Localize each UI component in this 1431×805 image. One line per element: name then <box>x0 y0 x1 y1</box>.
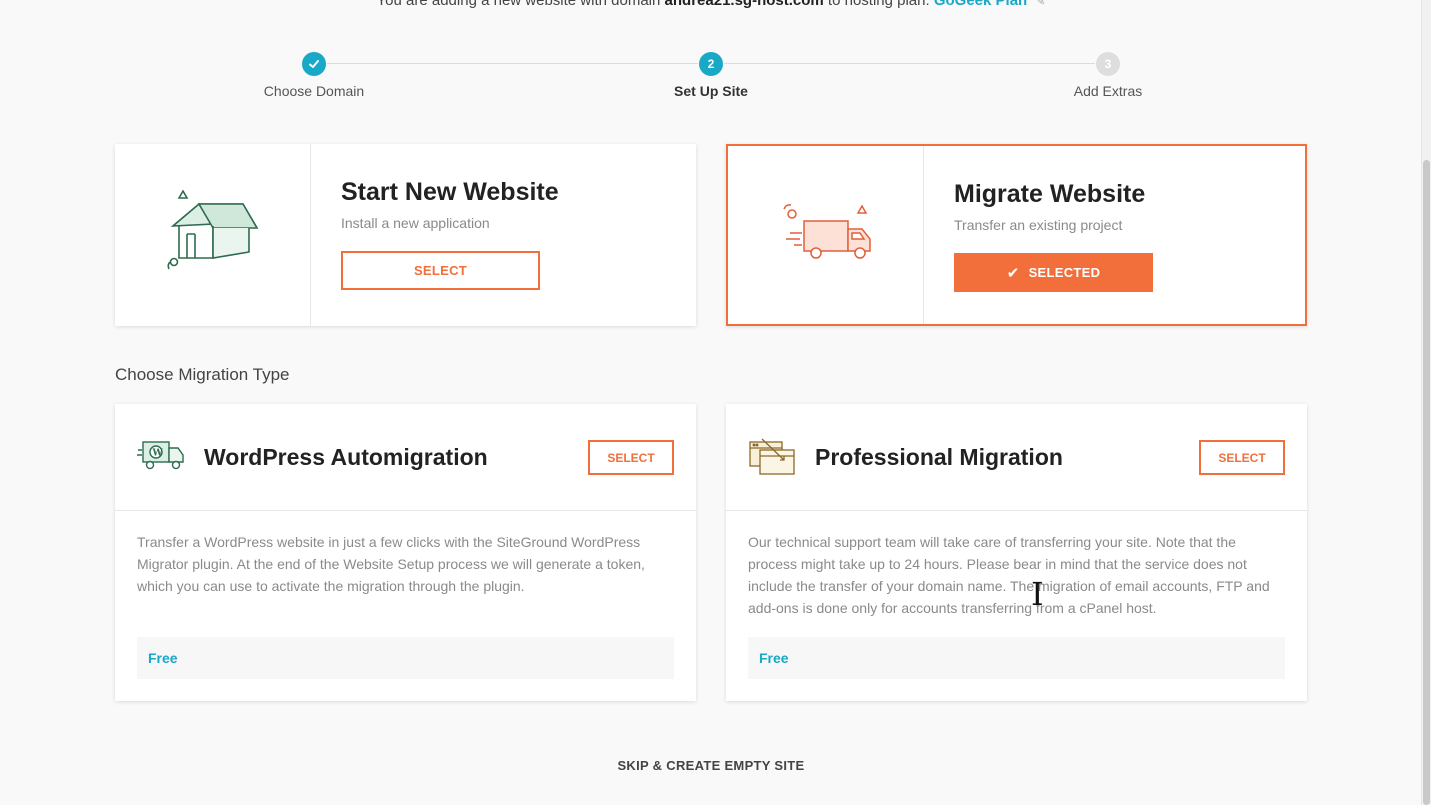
browser-windows-icon <box>748 438 796 481</box>
price-bar: Free <box>748 637 1285 679</box>
start-new-website-card[interactable]: Start New Website Install a new applicat… <box>115 144 696 326</box>
plan-link[interactable]: GoGeek Plan <box>934 0 1027 9</box>
card-title: Start New Website <box>341 178 559 206</box>
icon-cell <box>115 144 311 326</box>
skip-create-empty-site-link[interactable]: SKIP & CREATE EMPTY SITE <box>0 758 1422 773</box>
price-label: Free <box>148 650 178 666</box>
svg-text:W: W <box>152 449 164 459</box>
checkmark-icon: ✔ <box>1006 264 1020 282</box>
setup-stepper: Choose Domain 2 Set Up Site 3 Add Extras <box>0 52 1422 112</box>
step-number: 3 <box>1096 52 1120 76</box>
card-title: Migrate Website <box>954 180 1146 208</box>
step-label: Set Up Site <box>674 83 748 99</box>
migrate-website-card[interactable]: Migrate Website Transfer an existing pro… <box>726 144 1307 326</box>
wordpress-truck-icon: W <box>137 438 185 477</box>
text-cursor-icon: I <box>1031 575 1044 613</box>
icon-cell <box>728 146 924 324</box>
wordpress-automigration-card[interactable]: W WordPress Automigration SELECT Transfe… <box>115 404 696 701</box>
selected-migrate-button[interactable]: ✔ SELECTED <box>954 253 1153 292</box>
step-add-extras: 3 Add Extras <box>1008 52 1208 99</box>
moving-truck-icon <box>776 201 876 270</box>
button-label: SELECTED <box>1028 265 1101 280</box>
card-text: Start New Website Install a new applicat… <box>311 144 559 326</box>
notice-domain: andrea21.sg-host.com <box>664 0 824 9</box>
card-subtitle: Transfer an existing project <box>954 217 1123 233</box>
professional-migration-card[interactable]: Professional Migration SELECT Our techni… <box>726 404 1307 701</box>
step-choose-domain: Choose Domain <box>214 52 414 99</box>
select-new-website-button[interactable]: SELECT <box>341 251 540 290</box>
card-description: Transfer a WordPress website in just a f… <box>137 534 645 594</box>
price-label: Free <box>759 650 789 666</box>
card-subtitle: Install a new application <box>341 215 490 231</box>
step-number: 2 <box>699 52 723 76</box>
card-title: WordPress Automigration <box>204 444 488 470</box>
step-label: Add Extras <box>1073 83 1143 99</box>
migration-type-heading: Choose Migration Type <box>115 365 290 384</box>
card-header: W WordPress Automigration SELECT <box>115 404 696 511</box>
select-wordpress-automigration-button[interactable]: SELECT <box>588 440 674 475</box>
card-title: Professional Migration <box>815 444 1063 470</box>
card-description: Our technical support team will take car… <box>748 534 1270 616</box>
domain-notice: You are adding a new website with domain… <box>0 0 1422 9</box>
step-label: Choose Domain <box>263 83 365 99</box>
scrollbar-thumb[interactable] <box>1423 160 1430 805</box>
card-header: Professional Migration SELECT <box>726 404 1307 511</box>
check-icon <box>302 52 326 76</box>
notice-middle: to hosting plan: <box>827 0 930 9</box>
notice-prefix: You are adding a new website with domain <box>376 0 661 9</box>
price-bar: Free <box>137 637 674 679</box>
step-set-up-site: 2 Set Up Site <box>611 52 811 99</box>
card-text: Migrate Website Transfer an existing pro… <box>924 146 1153 324</box>
house-icon <box>165 188 261 281</box>
select-professional-migration-button[interactable]: SELECT <box>1199 440 1285 475</box>
edit-icon[interactable]: ✎ <box>1035 0 1045 8</box>
